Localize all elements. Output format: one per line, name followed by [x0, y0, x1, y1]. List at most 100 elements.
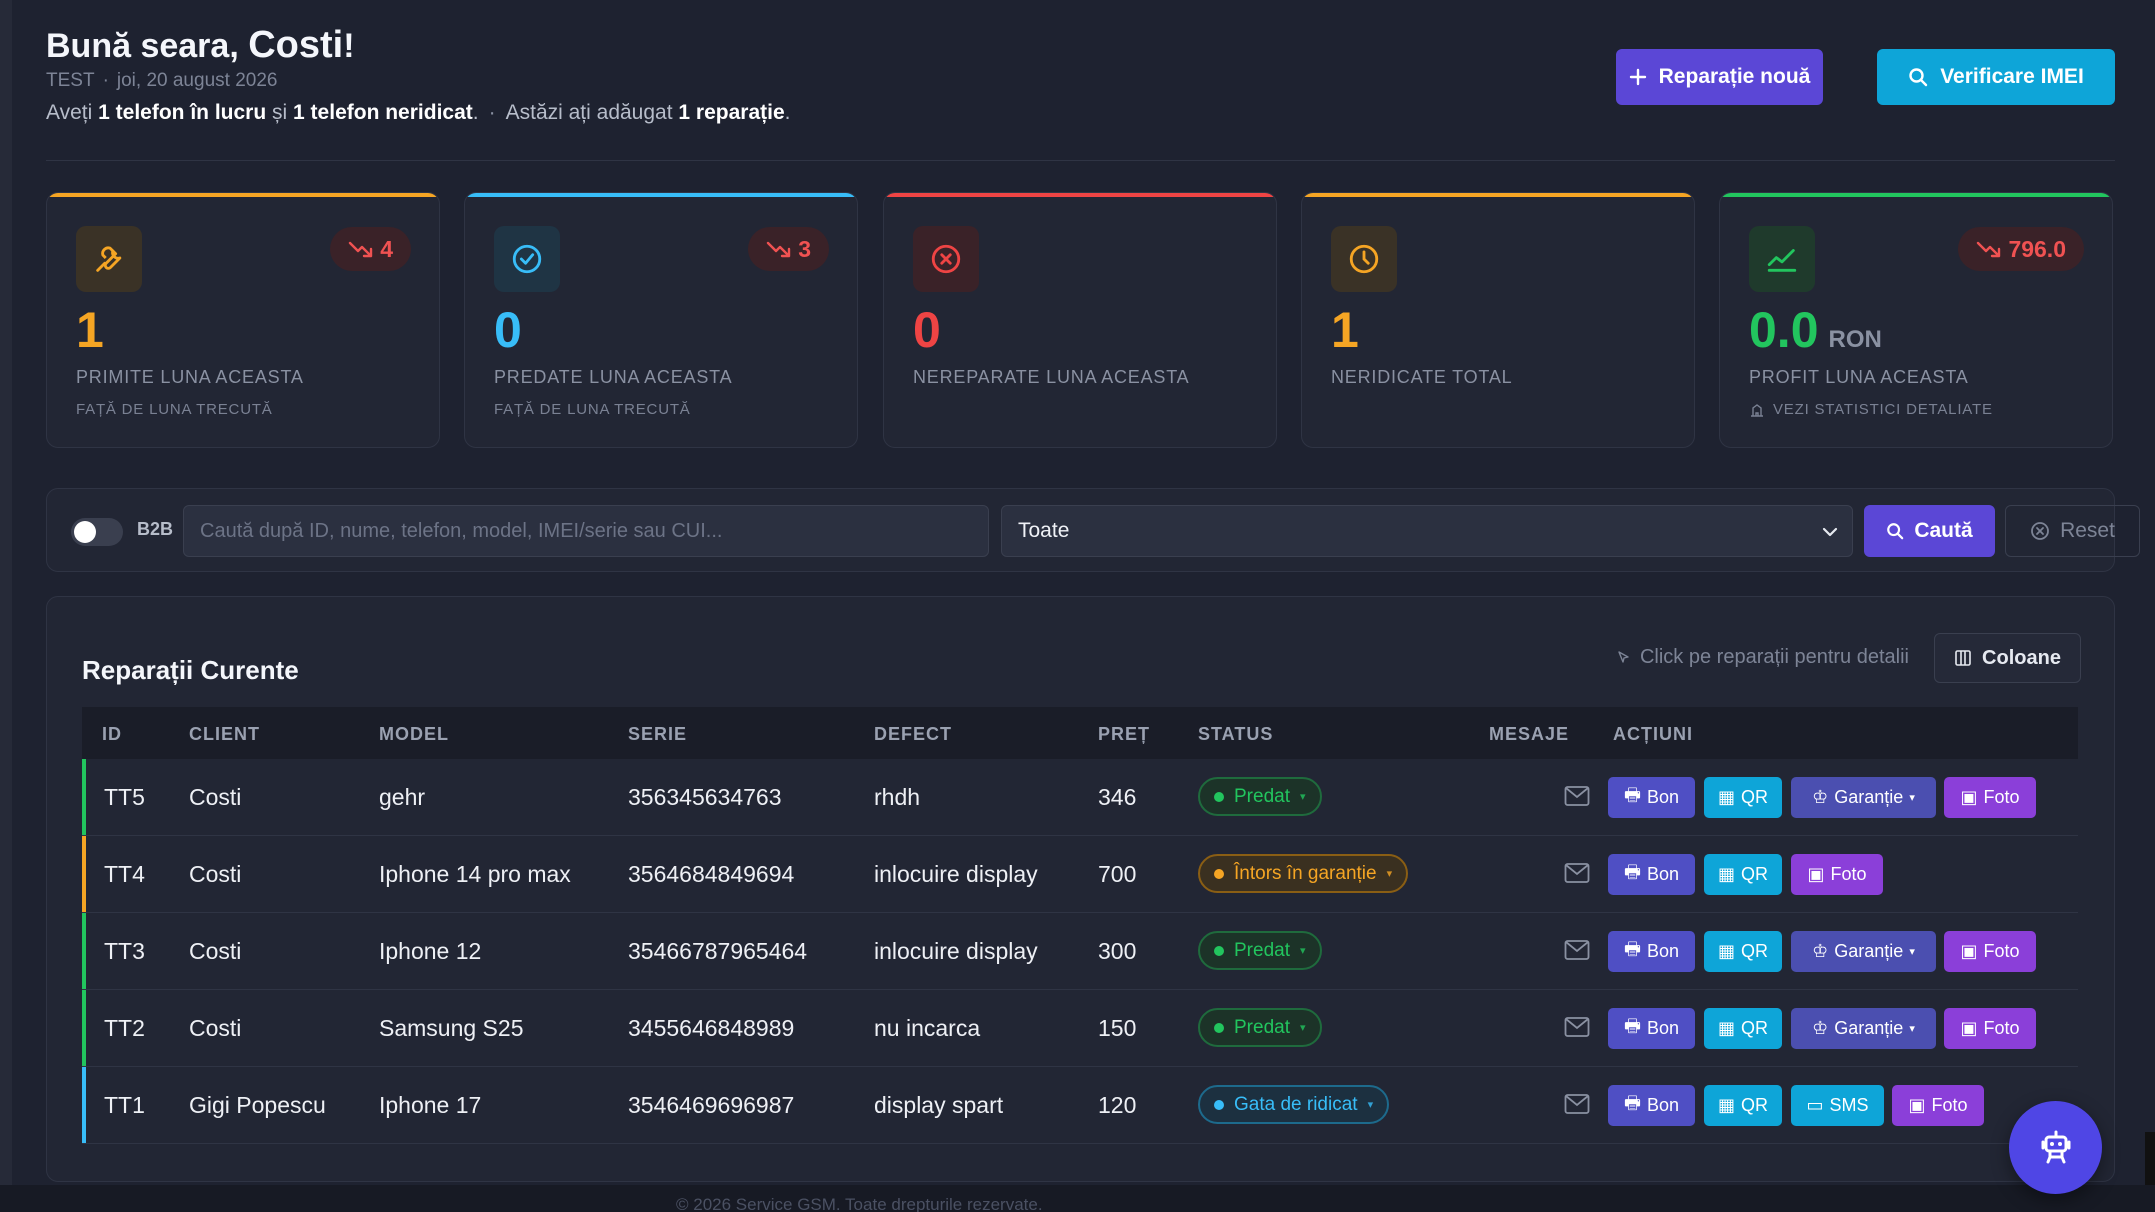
col-serie[interactable]: SERIE [628, 724, 687, 745]
new-repair-button[interactable]: Reparație nouă [1616, 49, 1823, 105]
mail-icon[interactable] [1564, 939, 1590, 961]
qr-button[interactable]: ▦ QR [1704, 931, 1782, 972]
qr-icon: ▦ [1717, 787, 1735, 807]
stat-label: NEREPARATE LUNA ACEASTA [913, 367, 1190, 387]
print-receipt-button[interactable]: 🖶 Bon [1608, 931, 1695, 972]
check-circle-icon [494, 226, 560, 292]
qr-icon: ▦ [1717, 941, 1735, 961]
stat-value: 0 [494, 302, 522, 358]
qr-button[interactable]: ▦ QR [1704, 1085, 1782, 1126]
search-icon [1909, 68, 1928, 87]
qr-icon: ▦ [1717, 1018, 1735, 1038]
warranty-button[interactable]: ♔ Garanție ▾ [1791, 931, 1936, 972]
trend-down-icon [1977, 241, 2001, 258]
photo-button[interactable]: ▣ Foto [1944, 1008, 2036, 1049]
robot-icon [2041, 1130, 2070, 1163]
table-row[interactable]: TT4 Costi Iphone 14 pro max 356468484969… [82, 836, 2078, 913]
currency-unit: RON [1828, 326, 1882, 353]
mail-icon[interactable] [1564, 862, 1590, 884]
print-receipt-button[interactable]: 🖶 Bon [1608, 854, 1695, 895]
status-badge[interactable]: Predat ▾ [1198, 1008, 1322, 1047]
col-id[interactable]: ID [102, 724, 122, 745]
wrench-icon [76, 226, 142, 292]
b2b-label: B2B [137, 519, 174, 539]
qr-icon: ▦ [1717, 1095, 1735, 1115]
mail-icon[interactable] [1564, 1016, 1590, 1038]
reset-button[interactable]: Reset [2005, 505, 2140, 557]
status-badge[interactable]: Predat ▾ [1198, 931, 1322, 970]
b2b-toggle[interactable] [71, 518, 123, 546]
stat-card-uncollected: 1 NERIDICATE TOTAL [1301, 192, 1695, 448]
mail-icon[interactable] [1564, 1093, 1590, 1115]
col-messages: MESAJE [1489, 724, 1570, 744]
stat-label: PROFIT LUNA ACEASTA [1749, 367, 1969, 387]
env-label: TEST [46, 70, 95, 91]
search-input[interactable] [183, 505, 989, 557]
warranty-button[interactable]: ♔ Garanție ▾ [1791, 1008, 1936, 1049]
search-button[interactable]: Caută [1864, 505, 1995, 557]
stat-value: 0 [913, 302, 941, 358]
col-actions: ACȚIUNI [1613, 724, 1693, 744]
check-imei-button[interactable]: Verificare IMEI [1877, 49, 2115, 105]
printer-icon: 🖶 [1623, 784, 1641, 805]
status-select[interactable]: Toate [1001, 505, 1853, 557]
trend-down-icon [349, 241, 373, 258]
col-defect[interactable]: DEFECT [874, 724, 952, 745]
image-icon: ▣ [1960, 787, 1978, 807]
stat-label: PRIMITE LUNA ACEASTA [76, 367, 304, 387]
status-badge[interactable]: Întors în garanție ▾ [1198, 854, 1409, 893]
assistant-bot-button[interactable] [2009, 1101, 2102, 1194]
table-row[interactable]: TT3 Costi Iphone 12 35466787965464 inloc… [82, 913, 2078, 990]
qr-button[interactable]: ▦ QR [1704, 777, 1782, 818]
stat-sub: FAȚĂ DE LUNA TRECUTĂ [76, 401, 273, 418]
trend-badge: 3 [748, 227, 829, 271]
col-status[interactable]: STATUS [1198, 724, 1273, 745]
award-icon: ♔ [1812, 787, 1829, 807]
user-name: Costi [248, 24, 344, 66]
qr-icon: ▦ [1717, 864, 1735, 884]
table-row[interactable]: TT2 Costi Samsung S25 3455646848989 nu i… [82, 990, 2078, 1067]
status-badge[interactable]: Gata de ridicat ▾ [1198, 1085, 1390, 1124]
click-hint: Click pe reparații pentru detalii [1616, 646, 1909, 669]
stat-card-received: 4 1 PRIMITE LUNA ACEASTA FAȚĂ DE LUNA TR… [46, 192, 440, 448]
photo-button[interactable]: ▣ Foto [1791, 854, 1883, 895]
env-date-line: TEST · joi, 20 august 2026 [46, 70, 278, 91]
col-price[interactable]: PREȚ [1098, 724, 1150, 745]
table-header: ID CLIENT MODEL SERIE DEFECT PREȚ STATUS… [82, 707, 2078, 759]
photo-button[interactable]: ▣ Foto [1892, 1085, 1984, 1126]
clock-icon [1331, 226, 1397, 292]
qr-button[interactable]: ▦ QR [1704, 854, 1782, 895]
print-receipt-button[interactable]: 🖶 Bon [1608, 1008, 1695, 1049]
building-icon [1751, 403, 1763, 417]
qr-button[interactable]: ▦ QR [1704, 1008, 1782, 1049]
printer-icon: 🖶 [1623, 938, 1641, 959]
image-icon: ▣ [1807, 864, 1825, 884]
window-edge [2145, 1132, 2155, 1185]
award-icon: ♔ [1812, 941, 1829, 961]
table-row[interactable]: TT1 Gigi Popescu Iphone 17 3546469696987… [82, 1067, 2078, 1144]
chevron-down-icon [1822, 527, 1838, 537]
columns-button[interactable]: Coloane [1934, 633, 2081, 683]
printer-icon: 🖶 [1623, 1015, 1641, 1036]
status-badge[interactable]: Predat ▾ [1198, 777, 1322, 816]
photo-button[interactable]: ▣ Foto [1944, 931, 2036, 972]
photo-button[interactable]: ▣ Foto [1944, 777, 2036, 818]
detailed-stats-link[interactable]: VEZI STATISTICI DETALIATE [1749, 401, 1993, 418]
filter-bar: B2B Toate Caută Reset [46, 488, 2140, 572]
warranty-button[interactable]: ♔ Garanție ▾ [1791, 777, 1936, 818]
current-date: joi, 20 august 2026 [116, 70, 278, 91]
plus-icon [1629, 68, 1646, 86]
award-icon: ♔ [1812, 1018, 1829, 1038]
trend-badge: 796.0 [1958, 227, 2084, 271]
print-receipt-button[interactable]: 🖶 Bon [1608, 777, 1695, 818]
mail-icon[interactable] [1564, 785, 1590, 807]
col-client[interactable]: CLIENT [189, 724, 260, 745]
footer: © 2026 Service GSM. Toate drepturile rez… [0, 1185, 2155, 1212]
repairs-panel: Reparații Curente Click pe reparații pen… [46, 596, 2115, 1182]
table-row[interactable]: TT5 Costi gehr 356345634763 rhdh 346 Pre… [82, 759, 2078, 836]
print-receipt-button[interactable]: 🖶 Bon [1608, 1085, 1695, 1126]
sms-button[interactable]: ▭ SMS [1791, 1085, 1884, 1126]
stat-value: 1 [1331, 302, 1359, 358]
stat-card-profit: 796.0 0.0 RON PROFIT LUNA ACEASTA VEZI ST… [1719, 192, 2113, 448]
col-model[interactable]: MODEL [379, 724, 449, 745]
